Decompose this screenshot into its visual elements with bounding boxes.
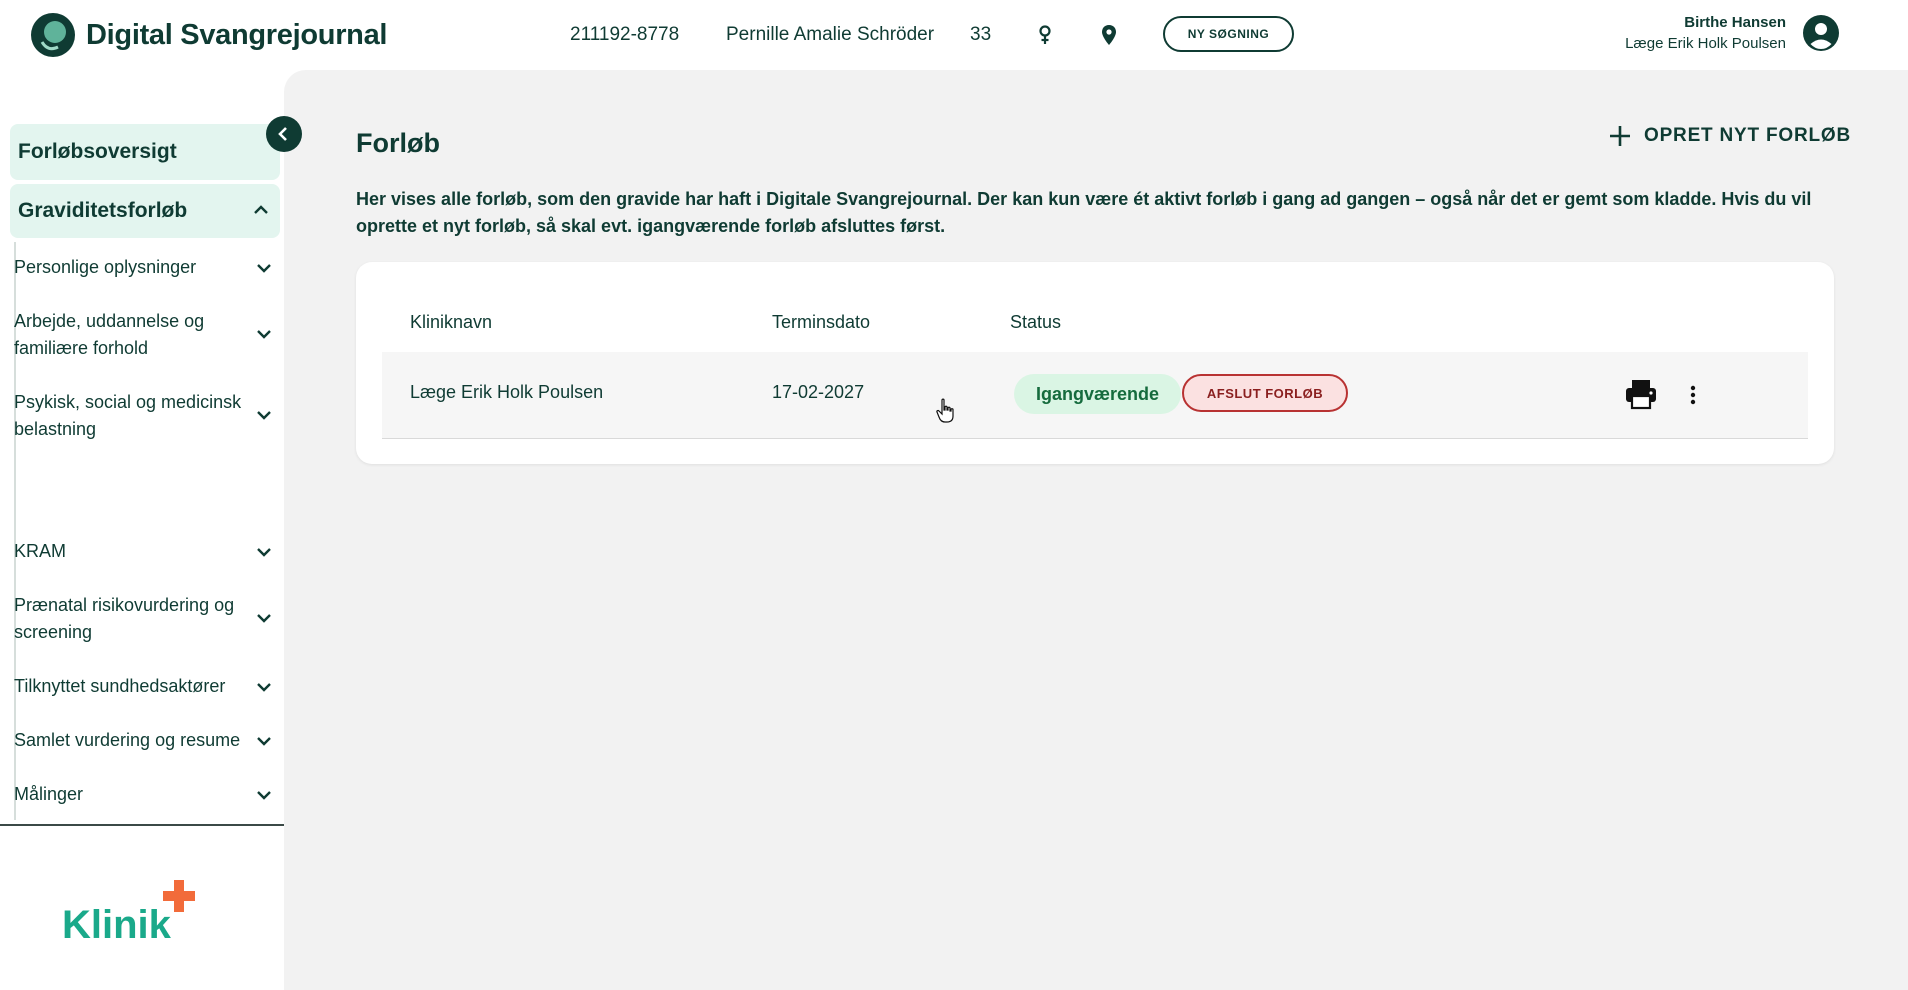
- sidebar-item-measurements[interactable]: Målinger: [14, 781, 271, 808]
- sidebar-item-label: Personlige oplysninger: [14, 257, 197, 277]
- app-logo-icon: [31, 13, 75, 57]
- sidebar-item-prenatal-screening[interactable]: Prænatal risikovurdering og screening: [14, 592, 271, 646]
- patient-cpr: 211192-8778: [570, 24, 680, 45]
- sidebar-item-label: Prænatal risikovurdering og screening: [14, 595, 235, 642]
- collapse-sidebar-button[interactable]: [266, 116, 302, 152]
- create-course-label: OPRET NYT FORLØB: [1644, 125, 1852, 146]
- patient-age: 33: [970, 24, 992, 45]
- klinik-logo-text: Klinik: [62, 903, 172, 946]
- new-search-button[interactable]: NY SØGNING: [1163, 16, 1294, 52]
- user-avatar-icon[interactable]: [1802, 14, 1840, 52]
- sidebar-item-label: Arbejde, uddannelse og familiære forhold: [14, 311, 205, 358]
- chevron-down-icon: [257, 683, 271, 692]
- intro-text: Her vises alle forløb, som den gravide h…: [356, 189, 1812, 236]
- chevron-left-icon: [278, 127, 287, 141]
- chevron-down-icon: [257, 411, 271, 420]
- sidebar-item-label: KRAM: [14, 541, 67, 561]
- sidebar: Forløbsoversigt Graviditetsforløb Person…: [0, 70, 284, 990]
- sidebar-group-label: Graviditetsforløb: [18, 199, 188, 222]
- brand[interactable]: Digital Svangrejournal: [30, 12, 387, 58]
- chevron-down-icon: [257, 737, 271, 746]
- female-icon: [1039, 25, 1051, 44]
- courses-table-card: Kliniknavn Terminsdato Status Læge Erik …: [356, 262, 1834, 464]
- chevron-down-icon: [257, 264, 271, 273]
- chevron-down-icon: [257, 330, 271, 339]
- sidebar-item-overview[interactable]: Forløbsoversigt: [10, 124, 280, 180]
- klinik-logo: Klinik: [62, 880, 195, 946]
- sidebar-item-label: Tilknyttet sundhedsaktører: [14, 676, 226, 696]
- column-header-due-date: Terminsdato: [772, 312, 871, 332]
- table-row[interactable]: Læge Erik Holk Poulsen 17-02-2027 Igangv…: [382, 352, 1808, 439]
- more-vertical-icon[interactable]: [1688, 380, 1698, 410]
- chevron-down-icon: [257, 548, 271, 557]
- user-info: Birthe Hansen Læge Erik Holk Poulsen: [1625, 14, 1786, 52]
- page-title: Forløb: [356, 128, 440, 158]
- cell-due-date: 17-02-2027: [772, 382, 865, 402]
- sidebar-item-summary[interactable]: Samlet vurdering og resume: [14, 727, 271, 754]
- sidebar-item-health-actors[interactable]: Tilknyttet sundhedsaktører: [14, 673, 271, 700]
- location-pin-icon[interactable]: [1097, 23, 1121, 47]
- top-bar: Digital Svangrejournal 211192-8778 Perni…: [0, 0, 1908, 70]
- hand-cursor-icon: [936, 398, 954, 423]
- sidebar-item-kram[interactable]: KRAM: [14, 538, 271, 565]
- column-header-status: Status: [1010, 312, 1062, 332]
- vertical-scrollbar[interactable]: [1894, 70, 1908, 990]
- user-name: Birthe Hansen: [1684, 14, 1786, 31]
- sidebar-item-label: Psykisk, social og medicinsk belastning: [14, 392, 242, 439]
- sidebar-item-personal-info[interactable]: Personlige oplysninger: [14, 254, 271, 281]
- user-role: Læge Erik Holk Poulsen: [1625, 35, 1786, 52]
- column-header-clinic: Kliniknavn: [410, 312, 493, 332]
- plus-icon: [1610, 126, 1630, 146]
- sidebar-item-label: Samlet vurdering og resume: [14, 730, 241, 750]
- patient-name: Pernille Amalie Schröder: [726, 24, 935, 45]
- sidebar-group-pregnancy[interactable]: Graviditetsforløb: [10, 184, 280, 238]
- sidebar-divider: [0, 824, 284, 826]
- app-title: Digital Svangrejournal: [86, 18, 388, 51]
- create-course-button[interactable]: OPRET NYT FORLØB: [1608, 124, 1851, 148]
- main-content: Forløb OPRET NYT FORLØB Her vises alle f…: [284, 70, 1908, 990]
- cell-clinic: Læge Erik Holk Poulsen: [410, 382, 604, 402]
- end-course-button[interactable]: AFSLUT FORLØB: [1182, 374, 1348, 412]
- chevron-up-icon: [254, 205, 268, 214]
- sidebar-item-psych-social-medical[interactable]: Psykisk, social og medicinsk belastning: [14, 389, 271, 443]
- chevron-down-icon: [257, 614, 271, 623]
- status-badge: Igangværende: [1014, 374, 1182, 414]
- sidebar-item-label: Målinger: [14, 784, 84, 804]
- print-icon[interactable]: [1624, 378, 1658, 410]
- chevron-down-icon: [257, 791, 271, 800]
- sidebar-item-work-education[interactable]: Arbejde, uddannelse og familiære forhold: [14, 308, 271, 362]
